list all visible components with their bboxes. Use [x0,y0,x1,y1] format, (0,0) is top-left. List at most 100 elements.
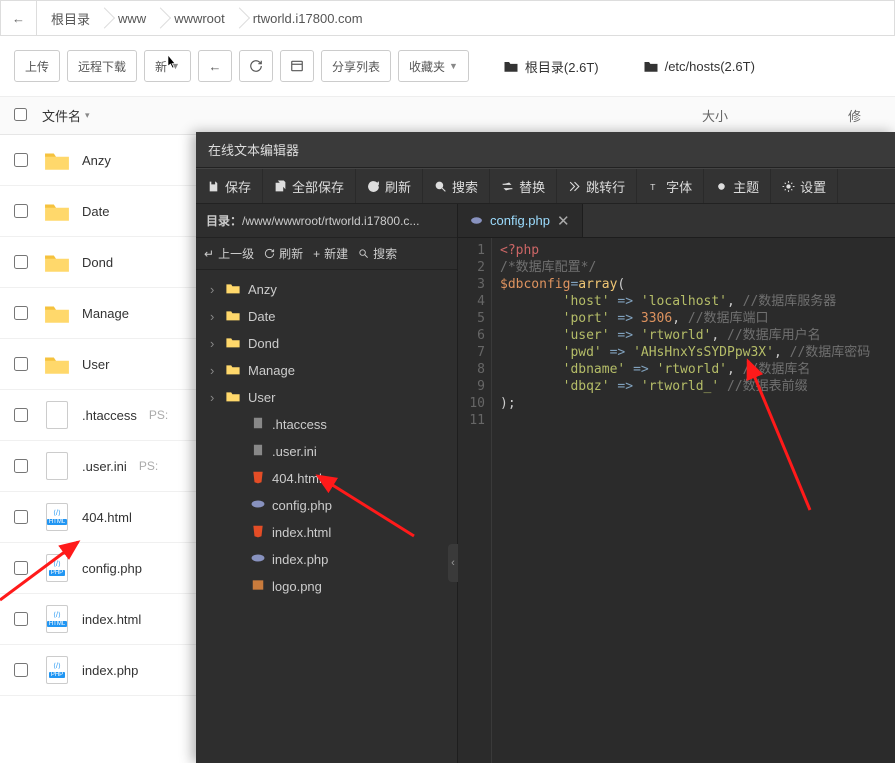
theme-button[interactable]: 主题 [704,169,771,203]
file-name[interactable]: User [82,357,109,372]
folder-icon [44,351,70,377]
hosts-link[interactable]: /etc/hosts(2.6T) [643,59,755,74]
file-tree: ›Anzy›Date›Dond›Manage›User.htaccess.use… [196,270,457,763]
breadcrumb-item[interactable]: 根目录 [37,1,104,35]
chevron-right-icon: › [210,282,218,297]
goto-line-button[interactable]: 跳转行 [557,169,637,203]
settings-button[interactable]: 设置 [771,169,838,203]
file-name[interactable]: .htaccess [82,408,137,423]
file-icon [251,416,265,433]
name-column-label: 文件名 [42,106,81,125]
row-checkbox[interactable] [14,459,28,473]
tree-item[interactable]: ›User [196,384,457,411]
row-checkbox[interactable] [14,408,28,422]
collapse-sidebar-handle[interactable]: ‹ [448,544,458,582]
refresh-button[interactable]: 刷新 [356,169,423,203]
row-checkbox[interactable] [14,153,28,167]
tree-item-label: logo.png [272,579,322,594]
tree-item[interactable]: index.php [196,546,457,573]
favorites-button[interactable]: 收藏夹 ▼ [398,50,469,82]
close-tab-icon[interactable]: ✕ [557,212,570,230]
tree-item-label: Date [248,309,275,324]
row-checkbox[interactable] [14,306,28,320]
file-name[interactable]: .user.ini [82,459,127,474]
file-name[interactable]: Anzy [82,153,111,168]
tree-refresh-button[interactable]: 刷新 [264,245,303,262]
upload-button[interactable]: 上传 [14,50,60,82]
breadcrumb-item[interactable]: wwwroot [160,1,239,35]
editor-menu: 保存 全部保存 刷新 搜索 替换 跳转行 T字体 主题 设置 [196,168,895,204]
row-checkbox[interactable] [14,612,28,626]
breadcrumb-item[interactable]: rtworld.i17800.com [239,1,377,35]
file-name[interactable]: 404.html [82,510,132,525]
back-button[interactable]: ← [1,1,37,35]
file-name[interactable]: Dond [82,255,113,270]
folder-icon [44,249,70,275]
tree-item-label: 404.html [272,471,322,486]
font-button[interactable]: T字体 [637,169,704,203]
search-button[interactable]: 搜索 [423,169,490,203]
tree-item[interactable]: › Anzy [196,276,457,303]
tree-item[interactable]: .user.ini [196,438,457,465]
tree-item[interactable]: logo.png [196,573,457,600]
tree-item-label: index.html [272,525,331,540]
tree-item-label: Anzy [248,282,277,297]
breadcrumb-item[interactable]: www [104,1,160,35]
tree-search-button[interactable]: 搜索 [358,245,397,262]
file-icon [251,578,265,595]
file-icon: ⟨/⟩HTML [44,606,70,632]
file-name[interactable]: Manage [82,306,129,321]
tree-item-label: .user.ini [272,444,317,459]
table-header: 文件名 ▾ 大小 修 [0,97,895,135]
php-icon [470,214,483,227]
line-gutter: 1234567891011 [458,238,492,763]
file-name[interactable]: index.html [82,612,141,627]
tree-item[interactable]: .htaccess [196,411,457,438]
new-button[interactable]: 新 ▼ [144,50,191,82]
modified-column-header[interactable]: 修 [848,106,861,125]
chevron-right-icon: › [210,336,218,351]
replace-button[interactable]: 替换 [490,169,557,203]
favorites-label: 收藏夹 [409,58,445,75]
tree-item[interactable]: ›Date [196,303,457,330]
tab-config-php[interactable]: config.php ✕ [458,204,583,237]
tab-label: config.php [490,213,550,228]
editor-path: 目录：/www/wwwroot/rtworld.i17800.c... [196,204,457,238]
file-note: PS: [149,408,168,422]
row-checkbox[interactable] [14,357,28,371]
hosts-label: /etc/hosts(2.6T) [665,59,755,74]
file-name[interactable]: Date [82,204,109,219]
row-checkbox[interactable] [14,561,28,575]
tree-item[interactable]: ›Manage [196,357,457,384]
editor-title: 在线文本编辑器 [196,132,895,168]
file-icon [251,443,265,460]
editor-tabs: config.php ✕ [458,204,895,238]
tree-up-button[interactable]: ↵ 上一级 [204,245,254,262]
tree-new-button[interactable]: + 新建 [313,245,348,262]
row-checkbox[interactable] [14,663,28,677]
name-column-header[interactable]: 文件名 ▾ [42,106,90,125]
terminal-button[interactable] [280,50,314,82]
share-list-button[interactable]: 分享列表 [321,50,391,82]
tree-item[interactable]: config.php [196,492,457,519]
code-source[interactable]: <?php/*数据库配置*/$dbconfig=array( 'host' =>… [492,238,870,763]
refresh-button[interactable] [239,50,273,82]
row-checkbox[interactable] [14,255,28,269]
tree-item[interactable]: 404.html [196,465,457,492]
save-button[interactable]: 保存 [196,169,263,203]
select-all-checkbox[interactable] [14,108,27,121]
nav-back-button[interactable]: ← [198,50,232,82]
root-dir-link[interactable]: 根目录(2.6T) [503,57,599,76]
tree-item-label: User [248,390,275,405]
size-column-header[interactable]: 大小 [702,106,728,125]
row-checkbox[interactable] [14,510,28,524]
remote-download-button[interactable]: 远程下载 [67,50,137,82]
save-all-button[interactable]: 全部保存 [263,169,356,203]
tree-item-label: index.php [272,552,328,567]
row-checkbox[interactable] [14,204,28,218]
file-name[interactable]: config.php [82,561,142,576]
tree-item[interactable]: ›Dond [196,330,457,357]
tree-item[interactable]: index.html [196,519,457,546]
code-editor[interactable]: 1234567891011 <?php/*数据库配置*/$dbconfig=ar… [458,238,895,763]
file-name[interactable]: index.php [82,663,138,678]
